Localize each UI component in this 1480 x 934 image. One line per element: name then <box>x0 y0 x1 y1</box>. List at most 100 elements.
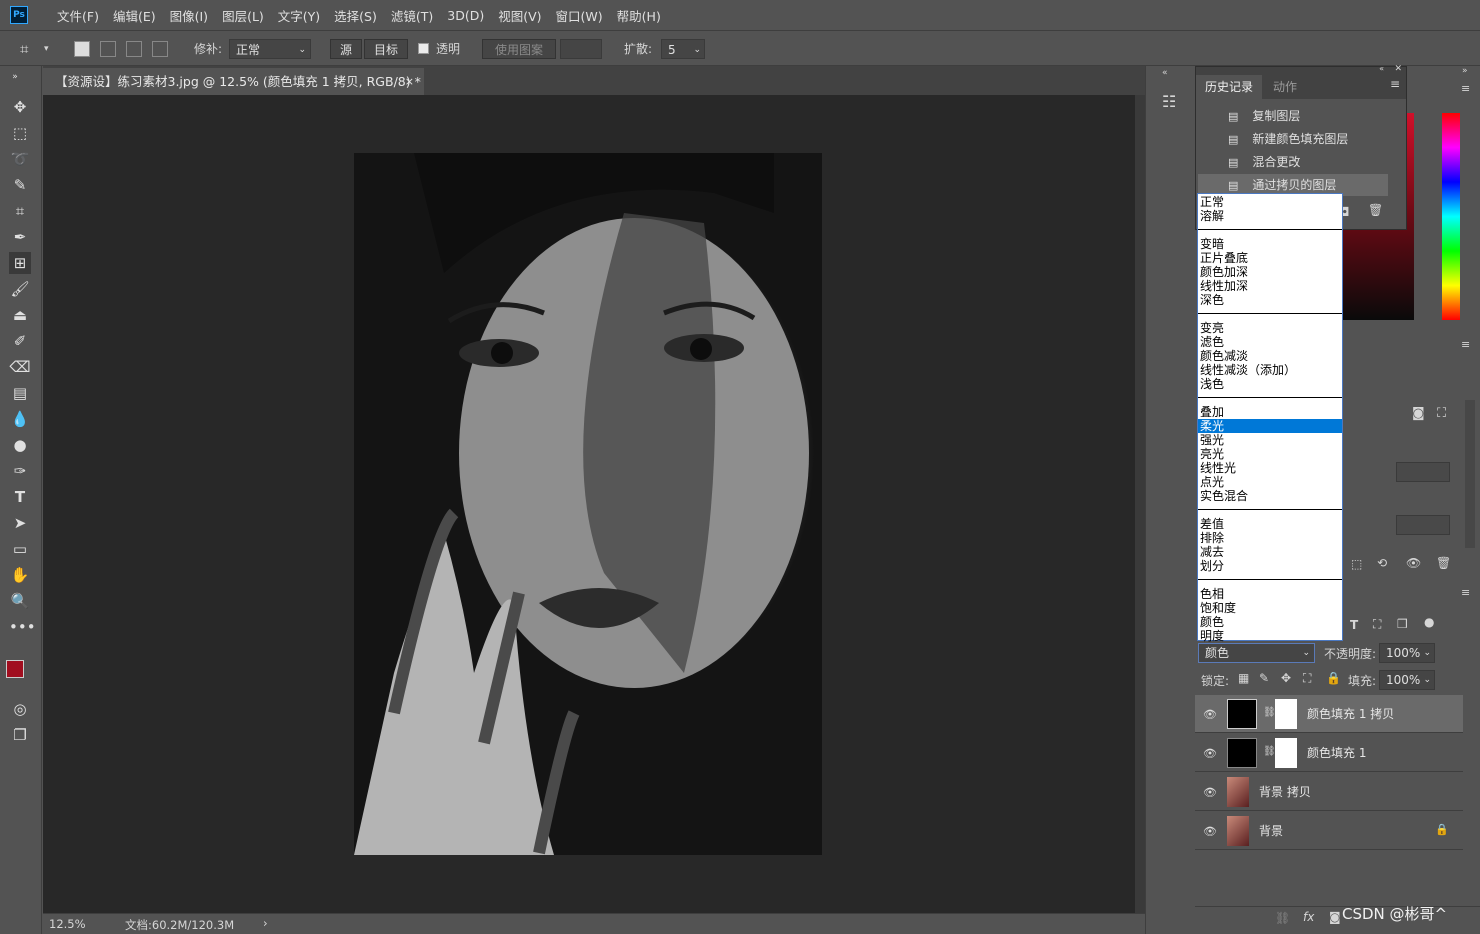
layer-mask-thumbnail[interactable] <box>1275 699 1297 729</box>
document-image[interactable] <box>354 153 822 855</box>
marquee-tool-icon[interactable]: ⬚ <box>9 122 31 144</box>
blend-option[interactable]: 差值 <box>1200 517 1341 531</box>
type-tool-icon[interactable]: T <box>9 486 31 508</box>
visibility-eye-icon[interactable]: 👁 <box>1203 747 1217 760</box>
blend-option[interactable]: 亮光 <box>1200 447 1341 461</box>
blend-option[interactable]: 强光 <box>1200 433 1341 447</box>
source-button[interactable]: 源 <box>330 39 362 59</box>
history-item[interactable]: ▤ 混合更改 <box>1198 151 1388 173</box>
blend-option-highlighted[interactable]: 柔光 <box>1198 419 1342 433</box>
layer-name[interactable]: 背景 <box>1259 812 1283 850</box>
hand-tool-icon[interactable]: ✋ <box>9 564 31 586</box>
quick-select-tool-icon[interactable]: ✎ <box>9 174 31 196</box>
pattern-picker[interactable] <box>560 39 602 59</box>
reset-icon[interactable]: ⟲ <box>1377 556 1387 570</box>
blend-option[interactable]: 正片叠底 <box>1200 251 1341 265</box>
blend-option[interactable]: 正常 <box>1200 195 1341 209</box>
close-icon[interactable]: × <box>405 68 414 95</box>
diffusion-dropdown[interactable]: 5 ⌄ <box>661 39 705 59</box>
add-selection-icon[interactable] <box>100 41 116 57</box>
layer-name[interactable]: 颜色填充 1 拷贝 <box>1307 695 1394 733</box>
property-field[interactable] <box>1396 515 1450 535</box>
pen-tool-icon[interactable]: ✑ <box>9 460 31 482</box>
patch-mode-dropdown[interactable]: 正常 ⌄ <box>229 39 311 59</box>
hue-slider[interactable] <box>1442 113 1460 320</box>
menu-window[interactable]: 窗口(W) <box>549 6 610 25</box>
tab-history[interactable]: 历史记录 <box>1196 75 1262 99</box>
blur-tool-icon[interactable]: 💧 <box>9 408 31 430</box>
trash-icon[interactable]: 🗑 <box>1368 203 1383 217</box>
menu-edit[interactable]: 编辑(E) <box>106 6 163 25</box>
more-tools-icon[interactable]: ••• <box>9 616 36 638</box>
layer-name[interactable]: 背景 拷贝 <box>1259 773 1311 811</box>
target-button[interactable]: 目标 <box>364 39 408 59</box>
visibility-eye-icon[interactable]: 👁 <box>1203 825 1217 838</box>
blend-option[interactable]: 浅色 <box>1200 377 1341 391</box>
blend-option[interactable]: 叠加 <box>1200 405 1341 419</box>
subtract-selection-icon[interactable] <box>126 41 142 57</box>
menu-select[interactable]: 选择(S) <box>327 6 384 25</box>
blend-option[interactable]: 线性减淡（添加） <box>1200 363 1341 377</box>
panel-menu-icon[interactable]: ≡ <box>1461 586 1470 599</box>
link-icon[interactable]: ⛓ <box>1263 707 1276 718</box>
intersect-selection-icon[interactable] <box>152 41 168 57</box>
visibility-icon[interactable]: 👁 <box>1406 556 1421 570</box>
history-item[interactable]: ▤ 复制图层 <box>1198 105 1388 127</box>
menu-image[interactable]: 图像(I) <box>163 6 215 25</box>
selection-icon[interactable]: ⬚ <box>1351 557 1362 571</box>
blend-option[interactable]: 实色混合 <box>1200 489 1341 503</box>
opacity-field[interactable]: 100% ⌄ <box>1379 643 1435 663</box>
fx-button[interactable]: fx <box>1303 910 1314 924</box>
menu-help[interactable]: 帮助(H) <box>610 6 668 25</box>
link-layers-icon[interactable]: ⛓ <box>1275 911 1290 925</box>
blend-option[interactable]: 划分 <box>1200 559 1341 573</box>
chevron-down-icon[interactable]: ▾ <box>44 39 49 59</box>
fill-field[interactable]: 100% ⌄ <box>1379 670 1435 690</box>
menu-file[interactable]: 文件(F) <box>50 6 106 25</box>
lock-artboard-icon[interactable]: ⛶ <box>1303 671 1311 686</box>
eyedropper-tool-icon[interactable]: ✒ <box>9 226 31 248</box>
new-selection-icon[interactable] <box>74 41 90 57</box>
patch-tool-icon[interactable]: ⊞ <box>9 252 31 274</box>
blend-option[interactable]: 颜色加深 <box>1200 265 1341 279</box>
blend-option[interactable]: 减去 <box>1200 545 1341 559</box>
lock-pixels-icon[interactable]: ✎ <box>1259 671 1269 685</box>
lock-position-icon[interactable]: ✥ <box>1281 671 1291 685</box>
history-item[interactable]: ▤ 新建颜色填充图层 <box>1198 128 1388 150</box>
layer-mask-thumbnail[interactable] <box>1275 738 1297 768</box>
blend-option[interactable]: 变暗 <box>1200 237 1341 251</box>
transform-icon[interactable]: ⛶ <box>1437 406 1446 421</box>
type-filter-icon[interactable]: T <box>1350 618 1358 632</box>
lock-transparent-icon[interactable]: ▦ <box>1238 671 1249 685</box>
vertical-scrollbar[interactable] <box>1135 95 1145 913</box>
zoom-level[interactable]: 12.5% <box>49 917 86 931</box>
menu-view[interactable]: 视图(V) <box>491 6 548 25</box>
rectangle-tool-icon[interactable]: ▭ <box>9 538 31 560</box>
eraser-tool-icon[interactable]: ⌫ <box>9 356 31 378</box>
visibility-eye-icon[interactable]: 👁 <box>1203 786 1217 799</box>
stamp-tool-icon[interactable]: ⏏ <box>9 304 31 326</box>
property-field[interactable] <box>1396 462 1450 482</box>
panel-menu-icon[interactable]: ≡ <box>1461 338 1470 351</box>
history-panel-icon[interactable]: ☷ <box>1162 92 1176 111</box>
menu-filter[interactable]: 滤镜(T) <box>384 6 440 25</box>
screen-mode-icon[interactable]: ❐ <box>9 724 31 746</box>
dodge-tool-icon[interactable]: ● <box>9 434 31 456</box>
move-tool-icon[interactable]: ✥ <box>9 96 31 118</box>
close-icon[interactable]: ✕ <box>1394 64 1402 74</box>
link-icon[interactable]: ⛓ <box>1263 746 1276 757</box>
quick-mask-icon[interactable]: ◎ <box>9 698 31 720</box>
blend-option[interactable]: 线性光 <box>1200 461 1341 475</box>
layer-name[interactable]: 颜色填充 1 <box>1307 734 1366 772</box>
blend-mode-list[interactable]: 正常 溶解 变暗 正片叠底 颜色加深 线性加深 深色 变亮 滤色 颜色减淡 线性… <box>1197 193 1343 643</box>
foreground-color-swatch[interactable] <box>6 660 24 678</box>
blend-option[interactable]: 深色 <box>1200 293 1341 307</box>
blend-option[interactable]: 变亮 <box>1200 321 1341 335</box>
patch-tool-icon[interactable]: ⌗ <box>20 39 28 59</box>
collapse-icon[interactable]: « <box>1379 64 1384 73</box>
crop-tool-icon[interactable]: ⌗ <box>9 200 31 222</box>
blend-option[interactable]: 点光 <box>1200 475 1341 489</box>
history-brush-icon[interactable]: ✐ <box>9 330 31 352</box>
menu-type[interactable]: 文字(Y) <box>271 6 327 25</box>
properties-scrollbar[interactable] <box>1465 400 1475 548</box>
